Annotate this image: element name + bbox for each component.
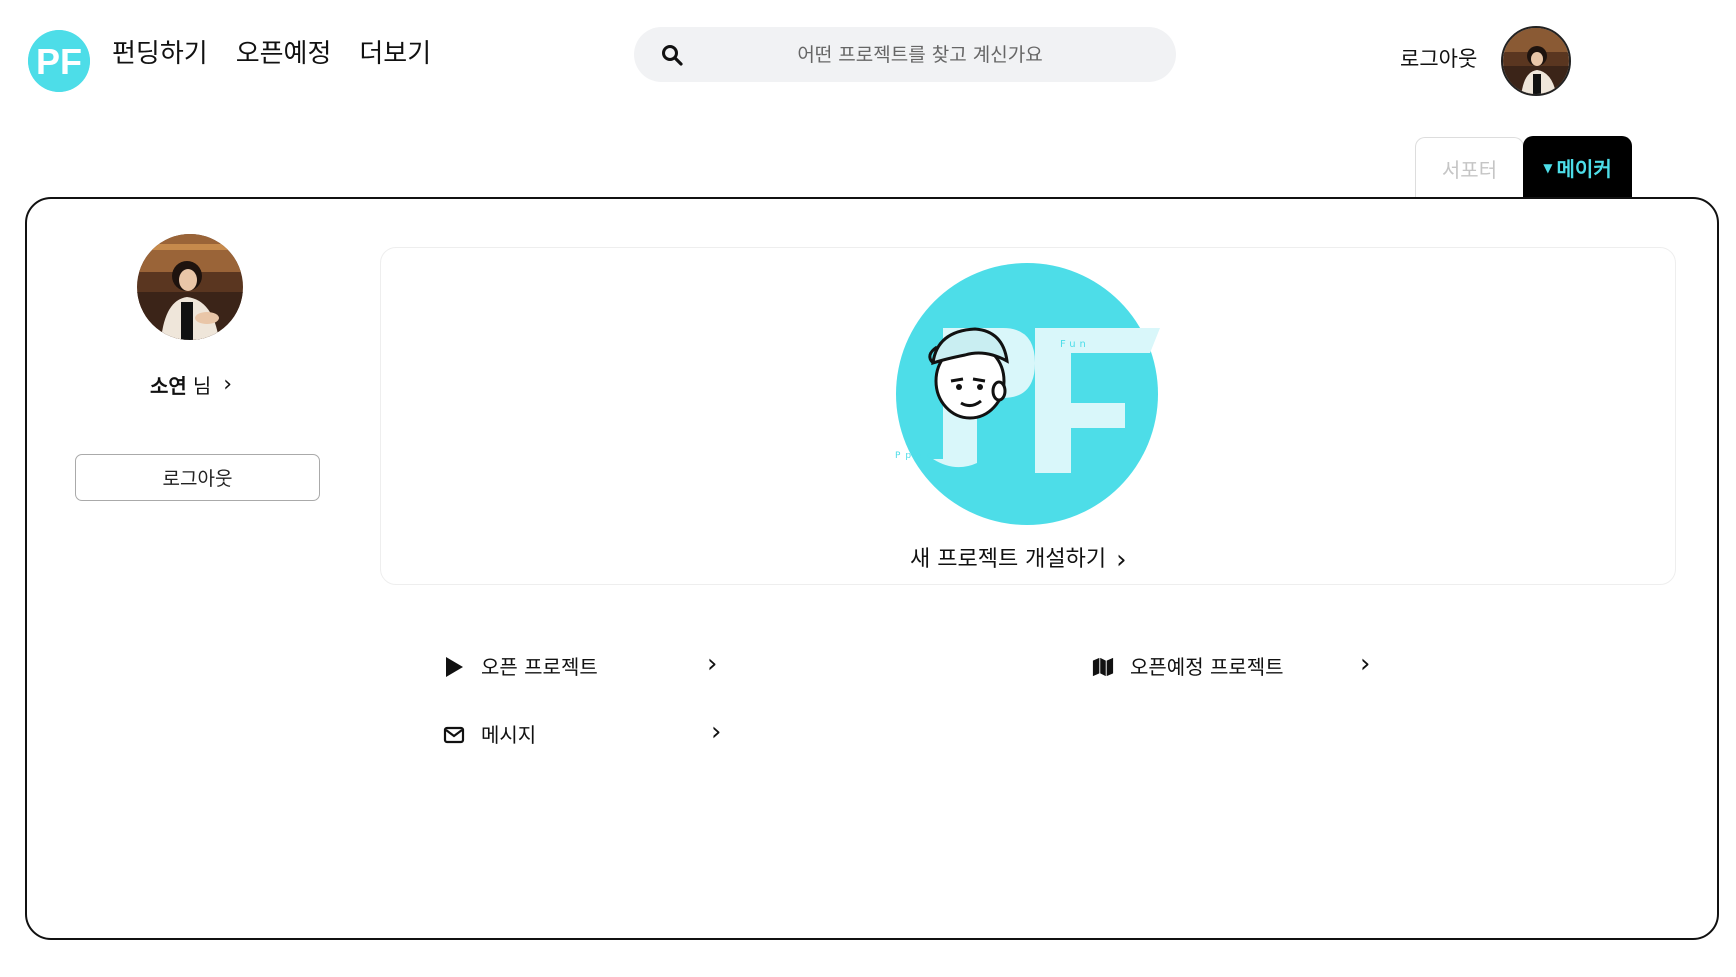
- chevron-right-icon: ›: [1116, 545, 1127, 575]
- brand-logo-mark: PF: [28, 30, 90, 92]
- avatar-photo: [137, 234, 243, 340]
- chevron-right-icon[interactable]: ›: [1360, 650, 1370, 678]
- profile-avatar[interactable]: [137, 234, 243, 340]
- play-icon: [446, 657, 463, 677]
- caret-down-icon: ▼: [1543, 160, 1553, 175]
- svg-text:Ppeon: Ppeon: [895, 451, 948, 461]
- new-project-link[interactable]: 새 프로젝트 개설하기 ›: [910, 545, 1127, 575]
- chevron-right-icon[interactable]: ›: [711, 718, 721, 746]
- tab-maker-label: 메이커: [1556, 157, 1612, 181]
- svg-text:Fun: Fun: [1060, 339, 1090, 350]
- search-bar: [634, 27, 1176, 82]
- profile-name-link[interactable]: 소연 님 ›: [150, 370, 232, 399]
- search-input[interactable]: [634, 27, 1176, 82]
- menu-open-projects-label: 오픈 프로젝트: [481, 655, 598, 679]
- main-nav: 펀딩하기 오픈예정 더보기: [112, 34, 431, 74]
- brand-logo[interactable]: PF: [28, 30, 90, 92]
- project-mascot-logo[interactable]: Fun Ppeon: [885, 263, 1169, 529]
- profile-name-suffix: 님: [192, 374, 212, 398]
- map-icon: [1092, 657, 1114, 677]
- menu-open-projects[interactable]: 오픈 프로젝트: [443, 653, 598, 681]
- header-avatar[interactable]: [1501, 26, 1571, 96]
- tab-maker[interactable]: ▼ 메이커: [1523, 136, 1632, 199]
- nav-more[interactable]: 더보기: [359, 34, 431, 74]
- search-icon[interactable]: [661, 44, 683, 66]
- header-logout-link[interactable]: 로그아웃: [1400, 44, 1477, 74]
- svg-text:PF: PF: [36, 41, 82, 82]
- menu-upcoming-projects[interactable]: 오픈예정 프로젝트: [1092, 653, 1284, 681]
- new-project-label: 새 프로젝트 개설하기: [910, 547, 1107, 572]
- nav-funding[interactable]: 펀딩하기: [112, 34, 208, 74]
- sidebar-logout-button[interactable]: 로그아웃: [75, 454, 320, 501]
- profile-name: 소연: [150, 374, 187, 398]
- envelope-icon: [443, 726, 465, 744]
- chevron-right-icon[interactable]: ›: [707, 650, 717, 678]
- avatar-photo: [1503, 28, 1569, 94]
- chevron-right-icon: ›: [223, 372, 233, 397]
- menu-upcoming-projects-label: 오픈예정 프로젝트: [1130, 655, 1284, 679]
- tab-supporter[interactable]: 서포터: [1415, 137, 1524, 199]
- menu-messages-label: 메시지: [481, 723, 537, 747]
- menu-messages[interactable]: 메시지: [443, 721, 536, 749]
- nav-upcoming[interactable]: 오픈예정: [236, 34, 332, 74]
